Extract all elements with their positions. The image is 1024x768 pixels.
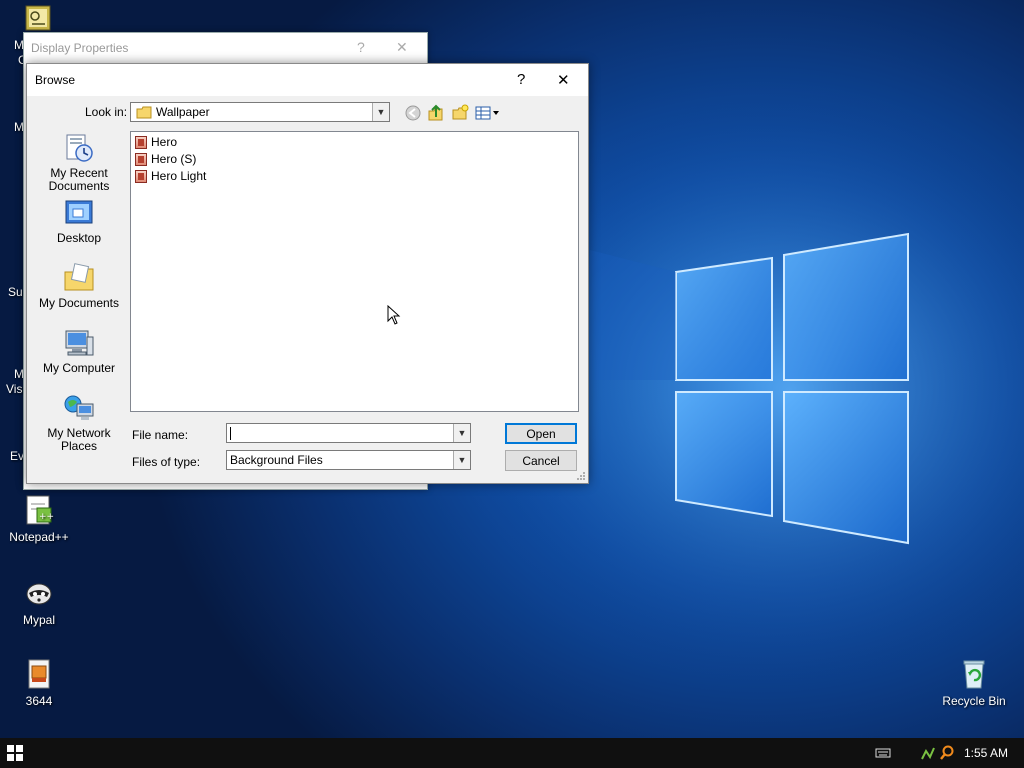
place-label: My Recent (50, 166, 108, 180)
file-name: Hero (151, 135, 178, 149)
desktop-icon-label: Mypal (22, 613, 55, 627)
desktop-icon-recycle-bin[interactable]: Recycle Bin (934, 658, 1014, 708)
place-label: Desktop (56, 231, 102, 245)
cancel-button[interactable]: Cancel (505, 450, 577, 471)
search-icon[interactable] (939, 745, 955, 761)
desktop-icon (65, 200, 93, 224)
taskbar: 1:55 AM (0, 738, 1024, 768)
place-label: Documents (48, 179, 110, 193)
back-arrow-icon[interactable] (404, 104, 422, 122)
image-file-icon (135, 169, 147, 183)
keyboard-icon[interactable] (875, 745, 891, 761)
place-network-places[interactable]: My Network Places (31, 392, 127, 453)
help-button[interactable]: ? (517, 71, 525, 88)
my-computer-icon (65, 330, 94, 356)
desktop-icon-label: 3644 (25, 694, 53, 708)
place-label: Places (60, 439, 98, 453)
place-label: My Network (47, 426, 111, 440)
raccoon-browser-icon (26, 583, 52, 605)
help-button[interactable]: ? (357, 39, 365, 55)
files-of-type-label: Files of type: (132, 455, 201, 469)
place-desktop[interactable]: Desktop (31, 197, 127, 245)
image-file-icon (135, 135, 147, 149)
close-button[interactable]: ✕ (396, 39, 408, 56)
text-caret (230, 426, 231, 440)
resize-grip-icon[interactable] (576, 471, 586, 481)
view-menu-icon[interactable] (475, 104, 501, 122)
recycle-bin-icon (963, 660, 985, 689)
files-of-type-dropdown[interactable]: Background Files ▼ (226, 450, 471, 470)
control-panel-icon (25, 5, 51, 31)
start-button-windows-icon[interactable] (7, 745, 23, 761)
svg-text:++: ++ (39, 512, 54, 522)
list-item[interactable]: Hero (135, 134, 177, 150)
image-file-icon (135, 152, 147, 166)
look-in-value: Wallpaper (156, 105, 210, 119)
files-of-type-value: Background Files (230, 453, 323, 467)
file-name: Hero Light (151, 169, 207, 183)
place-label: My Documents (38, 296, 120, 310)
open-button[interactable]: Open (505, 423, 577, 444)
look-in-label: Look in: (85, 105, 128, 119)
browse-titlebar[interactable]: Browse ? ✕ (27, 64, 588, 96)
desktop-icon-system[interactable] (24, 4, 52, 32)
list-item[interactable]: Hero Light (135, 168, 206, 184)
display-properties-titlebar[interactable]: Display Properties (24, 33, 427, 63)
desktop-partial-label[interactable]: Ev (10, 449, 24, 463)
my-documents-icon (64, 263, 94, 291)
place-my-documents[interactable]: My Documents (31, 262, 127, 310)
taskbar-clock[interactable]: 1:55 AM (964, 746, 1008, 760)
chevron-down-icon[interactable]: ▼ (372, 103, 389, 121)
window-title: Display Properties (31, 41, 129, 55)
browse-dialog[interactable]: Browse ? ✕ Look in: Wallpaper ▼ My Recen… (26, 63, 589, 484)
place-label: My Computer (42, 361, 116, 375)
desktop-icon-label: Notepad++ (9, 530, 69, 544)
file-name-label: File name: (132, 428, 189, 442)
place-my-computer[interactable]: My Computer (31, 327, 127, 375)
look-in-dropdown[interactable]: Wallpaper ▼ (130, 102, 390, 122)
list-item[interactable]: Hero (S) (135, 151, 196, 167)
notepad-plus-icon: ++ (26, 495, 54, 525)
folder-icon (136, 106, 152, 118)
mouse-cursor-icon (387, 305, 401, 325)
file-name-input[interactable]: ▼ (226, 423, 471, 443)
places-bar: My Recent Documents Desktop My Documents (31, 129, 127, 459)
file-list[interactable]: Hero Hero (S) Hero Light (130, 131, 579, 412)
place-recent-documents[interactable]: My Recent Documents (31, 132, 127, 193)
new-folder-icon[interactable] (451, 104, 469, 122)
desktop-icon-notepadpp[interactable]: ++ Notepad++ (0, 494, 79, 544)
close-button[interactable]: ✕ (557, 71, 570, 89)
desktop-icon-mypal[interactable]: Mypal (0, 577, 79, 627)
recent-documents-icon (66, 134, 93, 162)
file-name: Hero (S) (151, 152, 197, 166)
desktop-icon-3644[interactable]: 3644 (0, 658, 79, 708)
up-folder-icon[interactable] (427, 104, 445, 122)
network-tray-icon[interactable] (920, 745, 936, 761)
network-places-icon (64, 395, 94, 420)
desktop-icon-label: Recycle Bin (942, 694, 1006, 708)
dialog-title: Browse (35, 73, 76, 87)
archive-file-icon (28, 659, 50, 689)
chevron-down-icon[interactable]: ▼ (453, 424, 470, 442)
chevron-down-icon[interactable]: ▼ (453, 451, 470, 469)
